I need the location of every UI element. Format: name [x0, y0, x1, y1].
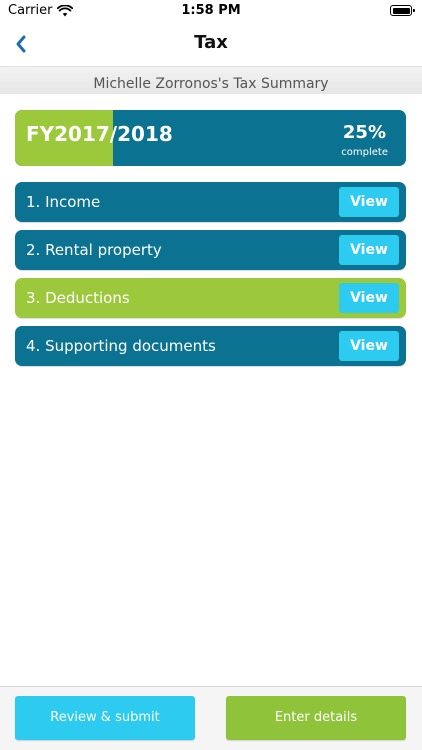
percent-complete-value: 25% — [342, 122, 386, 143]
summary-title: Michelle Zorronos's Tax Summary — [93, 76, 329, 92]
page-title: Tax — [194, 32, 228, 53]
section-row-rental-property[interactable]: 2. Rental property View — [15, 230, 406, 270]
section-list: 1. Income View 2. Rental property View 3… — [15, 182, 406, 374]
navigation-bar: Tax — [0, 22, 422, 66]
section-row-deductions[interactable]: 3. Deductions View — [15, 278, 406, 318]
status-bar: Carrier 1:58 PM — [0, 0, 422, 22]
battery-icon — [390, 5, 415, 16]
progress-card: FY2017/2018 25% complete — [15, 110, 406, 166]
summary-header: Michelle Zorronos's Tax Summary — [0, 66, 422, 94]
section-row-income[interactable]: 1. Income View — [15, 182, 406, 222]
status-time: 1:58 PM — [181, 3, 241, 18]
percent-complete-label: complete — [341, 147, 388, 158]
view-deductions-button[interactable]: View — [339, 283, 399, 313]
section-row-supporting-documents[interactable]: 4. Supporting documents View — [15, 326, 406, 366]
review-submit-button[interactable]: Review & submit — [15, 696, 195, 740]
section-label: 2. Rental property — [26, 241, 162, 259]
fiscal-year-label: FY2017/2018 — [26, 122, 173, 146]
section-label: 1. Income — [26, 193, 101, 211]
enter-details-button[interactable]: Enter details — [226, 696, 406, 740]
view-supporting-documents-button[interactable]: View — [339, 331, 399, 361]
view-income-button[interactable]: View — [339, 187, 399, 217]
bottom-action-bar: Review & submit Enter details — [0, 686, 422, 750]
section-label: 4. Supporting documents — [26, 337, 216, 355]
section-label: 3. Deductions — [26, 289, 130, 307]
view-rental-property-button[interactable]: View — [339, 235, 399, 265]
